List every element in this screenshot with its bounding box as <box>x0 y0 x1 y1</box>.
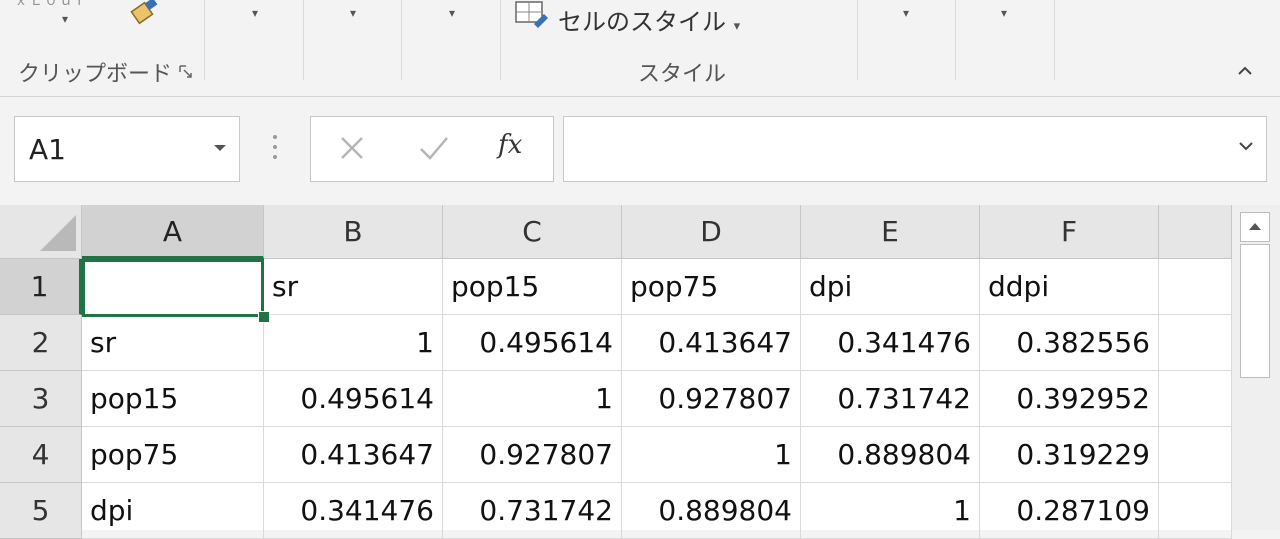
row-header-1[interactable]: 1 <box>0 259 82 315</box>
cell-e1[interactable]: dpi <box>801 259 980 315</box>
column-header-e[interactable]: E <box>801 205 980 259</box>
cell-f4[interactable]: 0.319229 <box>980 427 1159 483</box>
cell-styles-icon[interactable] <box>514 0 550 32</box>
formula-input[interactable] <box>563 116 1267 182</box>
vertical-dots-icon[interactable] <box>270 132 280 162</box>
cell-d5[interactable]: 0.889804 <box>622 483 801 539</box>
cell-g4[interactable] <box>1159 427 1232 483</box>
name-box[interactable]: A1 <box>14 116 240 182</box>
cell-c1[interactable]: pop15 <box>443 259 622 315</box>
row-header-4[interactable]: 4 <box>0 427 82 483</box>
cell-c3[interactable]: 1 <box>443 371 622 427</box>
cancel-icon[interactable] <box>338 134 366 162</box>
scroll-up-button[interactable] <box>1240 212 1270 242</box>
clipboard-partial-text: ｘＬ０ｕｒ <box>14 0 89 9</box>
dialog-launcher-icon[interactable] <box>178 64 194 80</box>
column-header-g[interactable] <box>1159 205 1232 259</box>
ribbon-separator <box>500 0 501 80</box>
cell-g3[interactable] <box>1159 371 1232 427</box>
cell-styles-button[interactable]: セルのスタイル ▾ <box>558 2 740 37</box>
collapse-ribbon-icon[interactable] <box>1234 60 1256 82</box>
cell-f2[interactable]: 0.382556 <box>980 315 1159 371</box>
cell-a5[interactable]: dpi <box>82 483 264 539</box>
column-header-a[interactable]: A <box>82 205 264 259</box>
fill-handle[interactable] <box>258 311 270 323</box>
clipboard-group-label: クリップボード <box>18 62 173 87</box>
cell-a4[interactable]: pop75 <box>82 427 264 483</box>
chevron-down-icon[interactable] <box>213 143 227 153</box>
cell-f1[interactable]: ddpi <box>980 259 1159 315</box>
name-box-value: A1 <box>29 133 66 166</box>
cell-e2[interactable]: 0.341476 <box>801 315 980 371</box>
scroll-thumb[interactable] <box>1240 244 1270 378</box>
paste-dropdown-icon[interactable]: ▾ <box>62 12 68 26</box>
row-header-2[interactable]: 2 <box>0 315 82 371</box>
cell-d2[interactable]: 0.413647 <box>622 315 801 371</box>
dropdown-arrow-icon[interactable]: ▾ <box>1001 6 1007 20</box>
cell-f5[interactable]: 0.287109 <box>980 483 1159 539</box>
cell-b3[interactable]: 0.495614 <box>264 371 443 427</box>
format-painter-icon[interactable] <box>124 0 164 30</box>
row-header-3[interactable]: 3 <box>0 371 82 427</box>
ribbon-separator <box>204 0 205 80</box>
cell-d4[interactable]: 1 <box>622 427 801 483</box>
cell-b4[interactable]: 0.413647 <box>264 427 443 483</box>
ribbon-separator <box>955 0 956 80</box>
column-header-f[interactable]: F <box>980 205 1159 259</box>
dropdown-arrow-icon[interactable]: ▾ <box>903 6 909 20</box>
row-header-5[interactable]: 5 <box>0 483 82 539</box>
dropdown-arrow-icon[interactable]: ▾ <box>449 6 455 20</box>
enter-icon[interactable] <box>418 134 450 162</box>
ribbon-separator <box>401 0 402 80</box>
select-all-icon <box>40 215 76 251</box>
insert-function-icon[interactable]: fx <box>498 130 522 160</box>
cell-a3[interactable]: pop15 <box>82 371 264 427</box>
expand-formula-bar-icon[interactable] <box>1238 140 1254 152</box>
column-header-c[interactable]: C <box>443 205 622 259</box>
cell-selection-border <box>82 259 264 317</box>
style-group-label: スタイル <box>638 62 727 87</box>
cell-d1[interactable]: pop75 <box>622 259 801 315</box>
cell-c2[interactable]: 0.495614 <box>443 315 622 371</box>
cell-c5[interactable]: 0.731742 <box>443 483 622 539</box>
dropdown-arrow-icon[interactable]: ▾ <box>350 6 356 20</box>
cell-a2[interactable]: sr <box>82 315 264 371</box>
cell-g5[interactable] <box>1159 483 1232 539</box>
cell-styles-dropdown-icon: ▾ <box>733 19 741 34</box>
column-header-d[interactable]: D <box>622 205 801 259</box>
cell-e3[interactable]: 0.731742 <box>801 371 980 427</box>
column-header-b[interactable]: B <box>264 205 443 259</box>
dropdown-arrow-icon[interactable]: ▾ <box>252 6 258 20</box>
ribbon-separator <box>1054 0 1055 80</box>
cell-e5[interactable]: 1 <box>801 483 980 539</box>
chevron-up-icon <box>1249 223 1261 230</box>
cell-g2[interactable] <box>1159 315 1232 371</box>
cell-g1[interactable] <box>1159 259 1232 315</box>
cell-c4[interactable]: 0.927807 <box>443 427 622 483</box>
cell-b1[interactable]: sr <box>264 259 443 315</box>
cell-b5[interactable]: 0.341476 <box>264 483 443 539</box>
ribbon-separator <box>303 0 304 80</box>
cell-styles-label: セルのスタイル <box>558 8 726 36</box>
cell-f3[interactable]: 0.392952 <box>980 371 1159 427</box>
cell-d3[interactable]: 0.927807 <box>622 371 801 427</box>
ribbon-separator <box>857 0 858 80</box>
cell-e4[interactable]: 0.889804 <box>801 427 980 483</box>
cell-b2[interactable]: 1 <box>264 315 443 371</box>
